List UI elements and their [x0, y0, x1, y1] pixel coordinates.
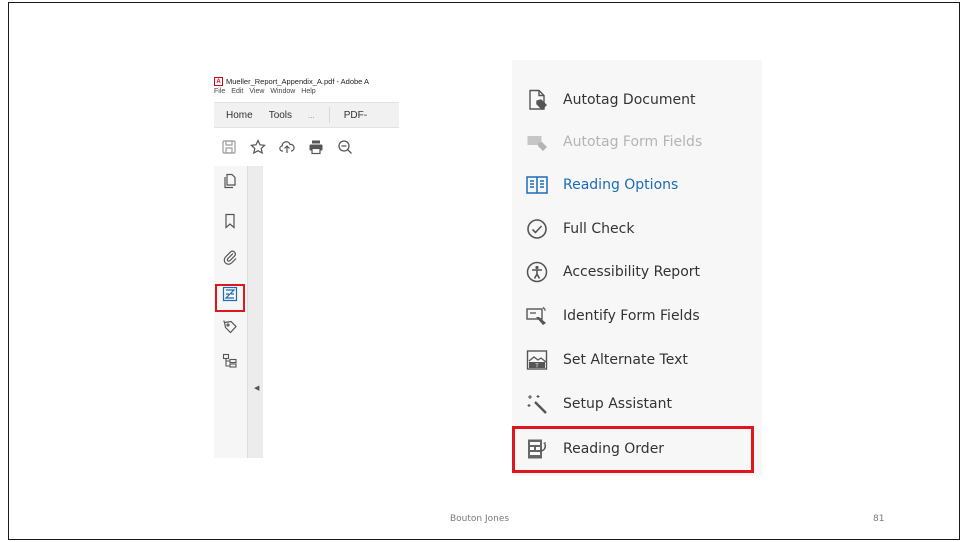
tool-setup-assistant[interactable]: Setup Assistant	[512, 383, 762, 425]
tab-bar: Home Tools ... PDF-	[214, 102, 399, 128]
check-circle-icon	[525, 217, 549, 241]
tool-set-alternate-text[interactable]: T Set Alternate Text	[512, 339, 762, 381]
slide	[8, 2, 960, 540]
tool-reading-options[interactable]: Reading Options	[512, 164, 762, 206]
tool-label: Set Alternate Text	[563, 352, 688, 368]
acrobat-window-crop: A Mueller_Report_Appendix_A.pdf - Adobe …	[214, 74, 400, 458]
autotag-document-icon	[525, 88, 549, 112]
content-tree-icon[interactable]	[221, 352, 239, 370]
attachment-icon[interactable]	[221, 248, 239, 266]
tool-label: Identify Form Fields	[563, 308, 700, 324]
tab-home[interactable]: Home	[226, 110, 253, 121]
tab-separator	[328, 107, 330, 123]
window-title: Mueller_Report_Appendix_A.pdf - Adobe A	[226, 76, 370, 86]
tab-pdf[interactable]: PDF-	[344, 110, 367, 121]
tag-icon[interactable]	[221, 318, 239, 336]
window-title-bar: A Mueller_Report_Appendix_A.pdf - Adobe …	[214, 74, 399, 88]
print-icon[interactable]	[308, 139, 324, 155]
identify-form-fields-icon	[525, 304, 549, 328]
tool-autotag-document[interactable]: Autotag Document	[512, 79, 762, 121]
upload-icon[interactable]	[279, 139, 295, 155]
toolbar	[214, 128, 399, 166]
accessibility-icon	[525, 260, 549, 284]
tool-accessibility-report[interactable]: Accessibility Report	[512, 251, 762, 293]
pdf-file-icon: A	[214, 76, 223, 86]
bookmark-icon[interactable]	[221, 212, 239, 230]
menu-edit[interactable]: Edit	[231, 88, 243, 100]
footer-page-number: 81	[873, 514, 885, 524]
zoom-out-icon[interactable]	[337, 139, 353, 155]
magic-wand-icon	[525, 392, 549, 416]
navigation-pane	[214, 166, 247, 458]
menu-bar: File Edit View Window Help	[214, 88, 316, 100]
alternate-text-icon: T	[525, 348, 549, 372]
footer-author: Bouton Jones	[450, 514, 510, 524]
navigation-pane-splitter[interactable]	[247, 166, 263, 458]
menu-file[interactable]: File	[214, 88, 225, 100]
save-icon[interactable]	[221, 139, 237, 155]
page-thumbnails-icon[interactable]	[221, 172, 239, 190]
tool-label: Autotag Document	[563, 92, 696, 108]
tool-label: Autotag Form Fields	[563, 134, 703, 150]
autotag-form-fields-icon	[525, 130, 549, 154]
star-icon[interactable]	[250, 139, 266, 155]
reading-options-icon	[525, 173, 549, 197]
menu-window[interactable]: Window	[270, 88, 295, 100]
menu-help[interactable]: Help	[301, 88, 315, 100]
tool-label: Accessibility Report	[563, 264, 701, 280]
tab-tools[interactable]: Tools	[269, 110, 292, 121]
tab-more[interactable]: ...	[308, 111, 315, 120]
reading-order-highlight-box	[512, 426, 754, 473]
tool-label: Setup Assistant	[563, 396, 672, 412]
tool-label: Reading Options	[563, 177, 679, 193]
tool-identify-form-fields[interactable]: Identify Form Fields	[512, 295, 762, 337]
menu-view[interactable]: View	[249, 88, 264, 100]
collapse-pane-icon[interactable]: ◀	[254, 384, 259, 392]
tool-full-check[interactable]: Full Check	[512, 208, 762, 250]
reading-order-rail-highlight	[215, 284, 245, 312]
document-area	[262, 166, 400, 326]
tool-autotag-form-fields: Autotag Form Fields	[512, 121, 762, 163]
accessibility-tools-panel: Autotag Document Autotag Form Fields Rea…	[512, 60, 762, 476]
tool-label: Full Check	[563, 221, 635, 237]
